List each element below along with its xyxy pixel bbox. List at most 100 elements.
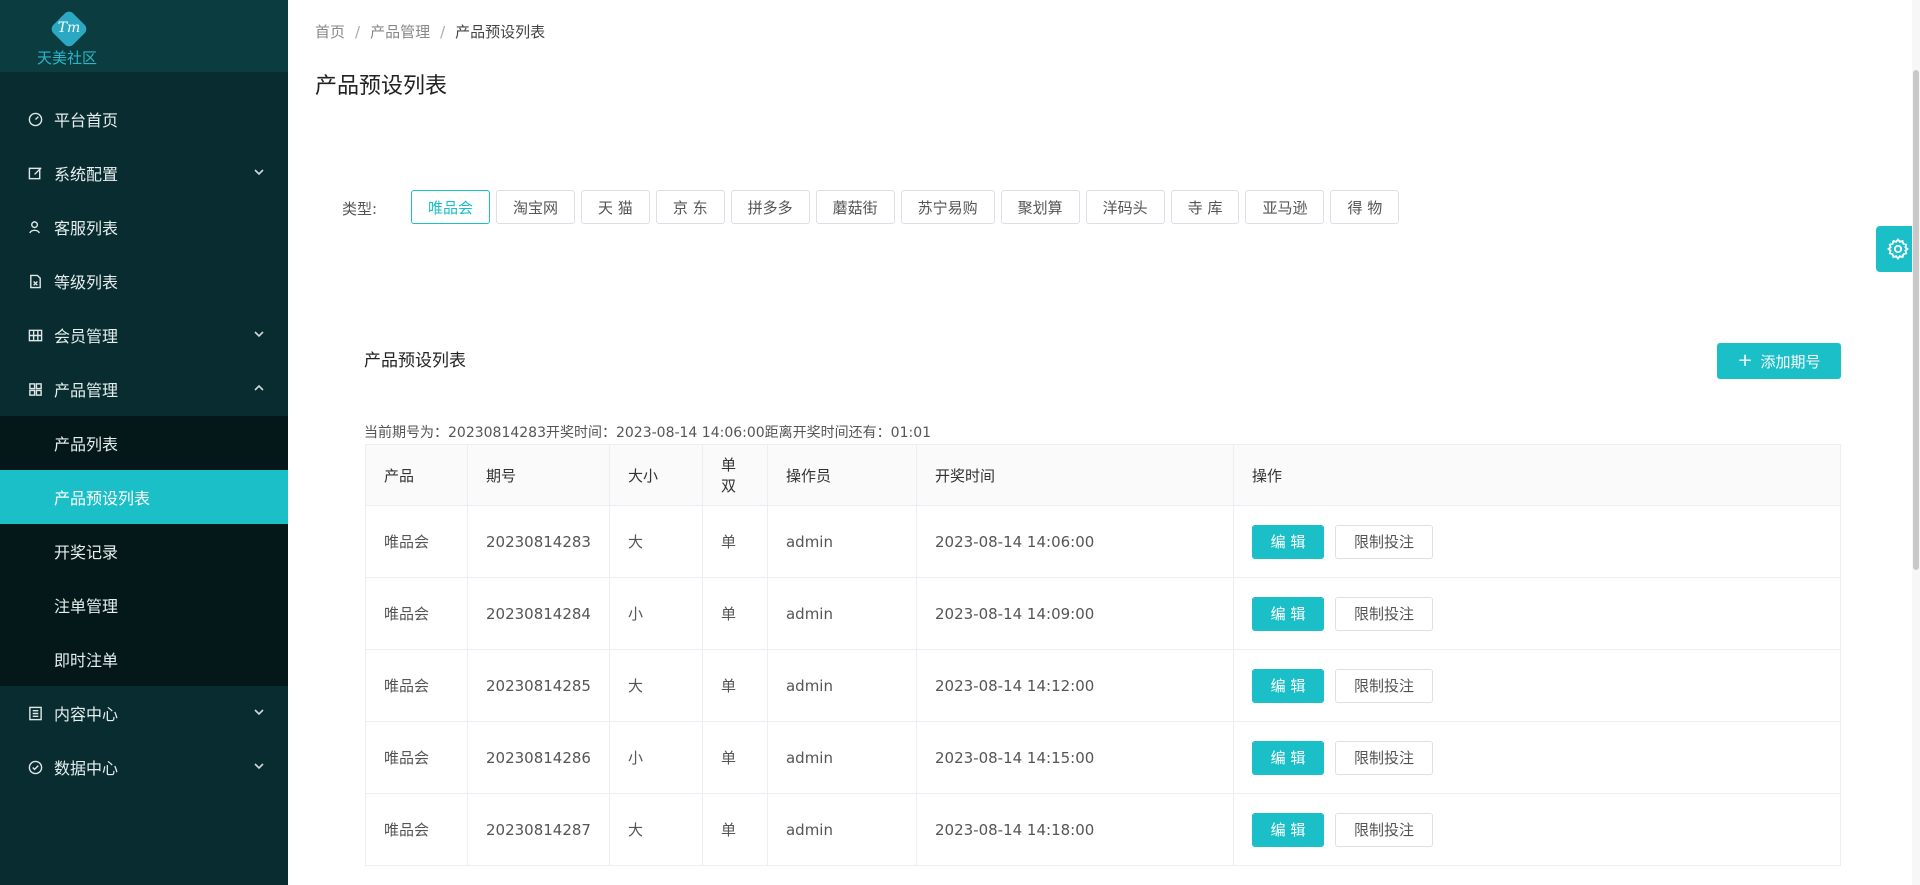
table-cell: admin (767, 505, 917, 578)
type-filter-button[interactable]: 天 猫 (581, 190, 650, 224)
type-filter-button[interactable]: 得 物 (1330, 190, 1400, 224)
add-period-label: 添加期号 (1760, 352, 1821, 371)
breadcrumb-current: 产品预设列表 (455, 23, 546, 41)
page-scrollbar[interactable] (1912, 0, 1920, 885)
gear-icon (1887, 238, 1909, 260)
sidebar-item-edit[interactable]: 系统配置 (0, 146, 288, 200)
actions-cell: 编 辑限制投注 (1233, 721, 1842, 794)
limit-betting-button[interactable]: 限制投注 (1334, 740, 1433, 775)
table-cell: 大 (609, 649, 703, 722)
table-cell: admin (767, 649, 917, 722)
table-cell: 大 (609, 793, 703, 866)
sidebar-subitem[interactable]: 即时注单 (0, 632, 288, 686)
sidebar-subitem[interactable]: 开奖记录 (0, 524, 288, 578)
edit-button[interactable]: 编 辑 (1251, 812, 1324, 847)
list-icon (27, 705, 43, 721)
actions-cell: 编 辑限制投注 (1233, 649, 1842, 722)
actions-cell: 编 辑限制投注 (1233, 793, 1842, 866)
table-cell: 2023-08-14 14:09:00 (916, 577, 1234, 650)
table-cell: 单 (702, 793, 768, 866)
table-cell: 20230814283 (467, 505, 610, 578)
table-cell: admin (767, 793, 917, 866)
edit-button[interactable]: 编 辑 (1251, 740, 1324, 775)
type-filter-button[interactable]: 京 东 (655, 190, 725, 224)
table-cell: 2023-08-14 14:12:00 (916, 649, 1234, 722)
section-title: 产品预设列表 (364, 351, 466, 371)
logo-mark-text: Tm (57, 20, 81, 36)
check-circle-icon (27, 759, 43, 775)
type-filter-button[interactable]: 淘宝网 (496, 190, 576, 224)
sidebar-item-user[interactable]: 客服列表 (0, 200, 288, 254)
type-filter-button[interactable]: 洋码头 (1085, 190, 1165, 224)
table-cell: 单 (702, 577, 768, 650)
chevron-down-icon (254, 169, 264, 176)
table-cell: 大 (609, 505, 703, 578)
column-header: 操作员 (767, 444, 917, 506)
column-header: 产品 (365, 444, 468, 506)
table-row: 唯品会 20230814287 大单 admin 2023-08-14 14:18:00… (365, 793, 1842, 866)
chevron-down-icon (254, 331, 264, 338)
table-cell: 2023-08-14 14:18:00 (916, 793, 1234, 866)
plus-icon: + (1737, 350, 1753, 371)
sidebar-item-list[interactable]: 内容中心 (0, 686, 288, 740)
sidebar-subitem[interactable]: 产品列表 (0, 416, 288, 470)
table-row: 唯品会 20230814285 大单 admin 2023-08-14 14:12:00… (365, 649, 1842, 722)
type-filter-button[interactable]: 苏宁易购 (900, 190, 995, 224)
sidebar-item-check-circle[interactable]: 数据中心 (0, 740, 288, 794)
sidebar-item-apps[interactable]: 产品管理 (0, 362, 288, 416)
actions-cell: 编 辑限制投注 (1233, 577, 1842, 650)
table-cell: 唯品会 (365, 721, 468, 794)
edit-button[interactable]: 编 辑 (1251, 668, 1324, 703)
sidebar-subitem[interactable]: 产品预设列表 (0, 470, 288, 524)
table-cell: 单 (702, 505, 768, 578)
table-cell: admin (767, 577, 917, 650)
actions-cell: 编 辑限制投注 (1233, 505, 1842, 578)
chevron-down-icon (254, 709, 264, 716)
table-row: 唯品会 20230814286 小单 admin 2023-08-14 14:15:00… (365, 721, 1842, 794)
breadcrumb-home[interactable]: 首页 (315, 23, 345, 41)
dashboard-icon (27, 111, 43, 127)
sidebar-item-label: 会员管理 (54, 327, 119, 346)
user-icon (27, 219, 43, 235)
table-cell: admin (767, 721, 917, 794)
edit-button[interactable]: 编 辑 (1251, 596, 1324, 631)
scrollbar-thumb[interactable] (1913, 70, 1919, 570)
sidebar-item-grid[interactable]: 会员管理 (0, 308, 288, 362)
table-header-row: 产品 期号 大小 单双 操作员 开奖时间 操作 (365, 444, 1842, 506)
table-cell: 小 (609, 721, 703, 794)
limit-betting-button[interactable]: 限制投注 (1334, 524, 1433, 559)
table-cell: 小 (609, 577, 703, 650)
sidebar-item-dashboard[interactable]: 平台首页 (0, 92, 288, 146)
limit-betting-button[interactable]: 限制投注 (1334, 596, 1433, 631)
type-filter-button[interactable]: 唯品会 (411, 190, 491, 224)
current-period-info: 当前期号为：20230814283开奖时间：2023-08-14 14:06:0… (364, 425, 932, 441)
type-filter-button[interactable]: 亚马逊 (1245, 190, 1325, 224)
sidebar-subitem[interactable]: 注单管理 (0, 578, 288, 632)
table-cell: 单 (702, 649, 768, 722)
table-cell: 20230814285 (467, 649, 610, 722)
type-filter-button[interactable]: 蘑菇街 (815, 190, 895, 224)
table-cell: 唯品会 (365, 577, 468, 650)
table-cell: 唯品会 (365, 649, 468, 722)
table-cell: 20230814284 (467, 577, 610, 650)
table-cell: 20230814286 (467, 721, 610, 794)
column-header: 大小 (609, 444, 703, 506)
table-cell: 唯品会 (365, 793, 468, 866)
type-filter-button[interactable]: 聚划算 (1000, 190, 1080, 224)
type-filter-button[interactable]: 拼多多 (730, 190, 810, 224)
table-cell: 单 (702, 721, 768, 794)
sidebar-item-document[interactable]: 等级列表 (0, 254, 288, 308)
limit-betting-button[interactable]: 限制投注 (1334, 668, 1433, 703)
page-title: 产品预设列表 (315, 74, 448, 99)
sidebar-item-label: 等级列表 (54, 273, 119, 292)
table-row: 唯品会 20230814283 大单 admin 2023-08-14 14:06:00… (365, 505, 1842, 578)
type-filter-button[interactable]: 寺 库 (1170, 190, 1240, 224)
breadcrumb-product-management[interactable]: 产品管理 (370, 23, 430, 41)
edit-button[interactable]: 编 辑 (1251, 524, 1324, 559)
sidebar-item-label: 产品管理 (54, 381, 119, 400)
brand-name: 天美社区 (37, 49, 98, 67)
limit-betting-button[interactable]: 限制投注 (1334, 812, 1433, 847)
sidebar-item-label: 数据中心 (54, 759, 119, 778)
logo[interactable]: Tm 天美社区 (0, 0, 288, 72)
add-period-button[interactable]: + 添加期号 (1717, 343, 1841, 379)
